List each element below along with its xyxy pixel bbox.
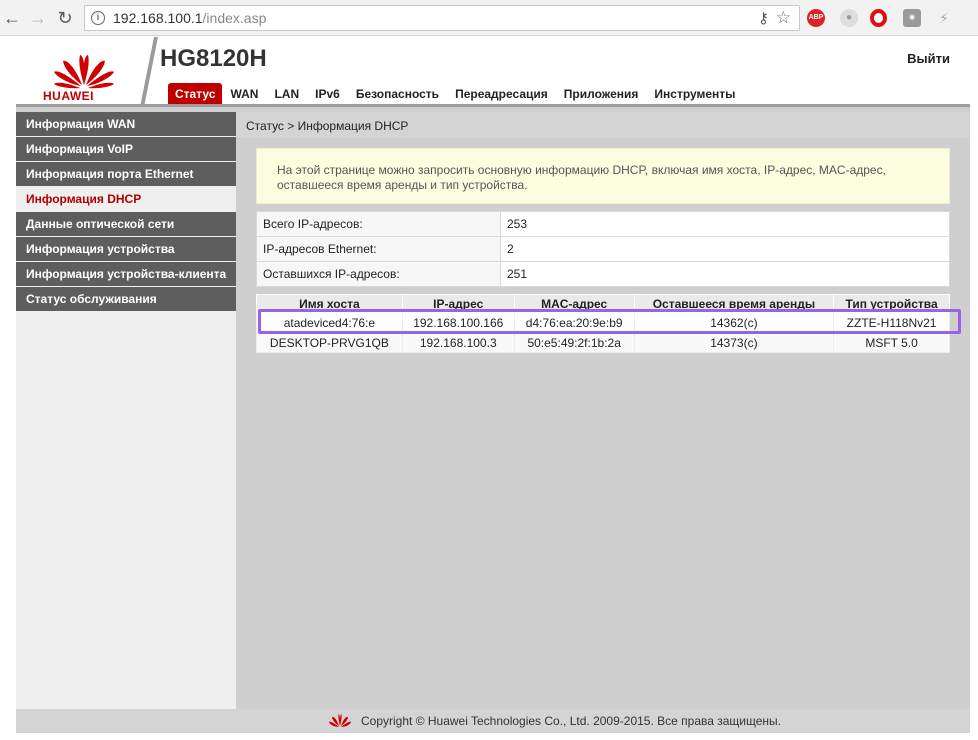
browser-toolbar: ← → ↻ i 192.168.100.1/index.asp ⚷ ☆ ABP … — [0, 0, 978, 36]
sidebar-item-service-status[interactable]: Статус обслуживания — [16, 287, 236, 312]
table-row: Всего IP-адресов: 253 — [256, 211, 950, 237]
header-band — [150, 104, 970, 107]
tab-applications[interactable]: Приложения — [556, 83, 647, 105]
router-page: HUAWEI HG8120H Выйти Статус WAN LAN IPv6… — [16, 37, 970, 733]
stat-value: 251 — [500, 261, 950, 287]
tab-status[interactable]: Статус — [168, 83, 223, 105]
sidebar-item-voip-info[interactable]: Информация VoIP — [16, 137, 236, 162]
header-band-left — [16, 104, 150, 107]
adblock-extension-icon[interactable]: ABP — [807, 9, 825, 27]
copyright-text: Copyright © Huawei Technologies Co., Ltd… — [361, 714, 781, 728]
stat-label: Всего IP-адресов: — [256, 211, 501, 237]
sidebar-item-device-info[interactable]: Информация устройства — [16, 237, 236, 262]
page-right-margin — [970, 37, 978, 740]
extension-icon[interactable]: ● — [840, 9, 858, 27]
tab-forwarding[interactable]: Переадресация — [447, 83, 556, 105]
tab-ipv6[interactable]: IPv6 — [307, 83, 348, 105]
page-header: HUAWEI HG8120H Выйти Статус WAN LAN IPv6… — [16, 37, 970, 107]
tab-wan[interactable]: WAN — [222, 83, 266, 105]
tab-lan[interactable]: LAN — [266, 83, 307, 105]
page-description: На этой странице можно запросить основну… — [256, 148, 950, 204]
address-bar[interactable]: i 192.168.100.1/index.asp ⚷ ☆ — [84, 5, 800, 31]
cell-mac: 50:e5:49:2f:1b:2a — [513, 332, 635, 353]
url-text[interactable]: 192.168.100.1/index.asp — [113, 10, 266, 26]
stat-value: 2 — [500, 236, 950, 262]
forward-arrow-icon[interactable]: → — [28, 8, 48, 28]
lightning-extension-icon[interactable]: ⚡ — [935, 9, 953, 27]
sidebar-item-client-device-info[interactable]: Информация устройства-клиента — [16, 262, 236, 287]
main-content: На этой странице можно запросить основну… — [236, 138, 970, 709]
cell-lease-time: 14373(с) — [633, 332, 835, 353]
camera-extension-icon[interactable]: ◉ — [903, 9, 921, 27]
page-footer: Copyright © Huawei Technologies Co., Ltd… — [16, 709, 970, 733]
breadcrumb-bar: Статус > Информация DHCP — [236, 112, 970, 138]
table-row: DESKTOP-PRVG1QB 192.168.100.3 50:e5:49:2… — [256, 332, 950, 353]
cell-ip: 192.168.100.3 — [401, 332, 515, 353]
sidebar-item-wan-info[interactable]: Информация WAN — [16, 112, 236, 137]
tab-tools[interactable]: Инструменты — [646, 83, 743, 105]
info-icon[interactable]: i — [91, 11, 105, 25]
key-icon[interactable]: ⚷ — [758, 9, 769, 27]
opera-extension-icon[interactable] — [870, 9, 887, 27]
ip-stats-table: Всего IP-адресов: 253 IP-адресов Etherne… — [256, 211, 950, 287]
tab-security[interactable]: Безопасность — [348, 83, 447, 105]
brand-name: HUAWEI — [43, 89, 94, 103]
device-model: HG8120H — [160, 45, 267, 72]
stat-value: 253 — [500, 211, 950, 237]
sidebar-item-optical-info[interactable]: Данные оптической сети — [16, 212, 236, 237]
stat-label: Оставшихся IP-адресов: — [256, 261, 501, 287]
url-host: 192.168.100.1 — [113, 10, 203, 26]
back-arrow-icon[interactable]: ← — [2, 8, 22, 28]
main-tabs: Статус WAN LAN IPv6 Безопасность Переадр… — [168, 83, 743, 105]
breadcrumb: Статус > Информация DHCP — [246, 119, 409, 133]
sidebar-item-ethernet-info[interactable]: Информация порта Ethernet — [16, 162, 236, 187]
huawei-small-logo-icon — [329, 714, 351, 727]
logout-link[interactable]: Выйти — [907, 51, 950, 66]
sidebar: Информация WAN Информация VoIP Информаци… — [16, 112, 236, 709]
cell-hostname: DESKTOP-PRVG1QB — [256, 332, 403, 353]
reload-icon[interactable]: ↻ — [55, 8, 75, 28]
table-row: Оставшихся IP-адресов: 251 — [256, 261, 950, 287]
page-bottom-margin — [0, 733, 978, 740]
highlight-box — [258, 309, 961, 334]
bookmark-star-icon[interactable]: ☆ — [776, 8, 791, 28]
cell-device-type: MSFT 5.0 — [833, 332, 950, 353]
stat-label: IP-адресов Ethernet: — [256, 236, 501, 262]
table-row: IP-адресов Ethernet: 2 — [256, 236, 950, 262]
url-path: /index.asp — [202, 10, 267, 26]
sidebar-item-dhcp-info[interactable]: Информация DHCP — [16, 187, 236, 212]
